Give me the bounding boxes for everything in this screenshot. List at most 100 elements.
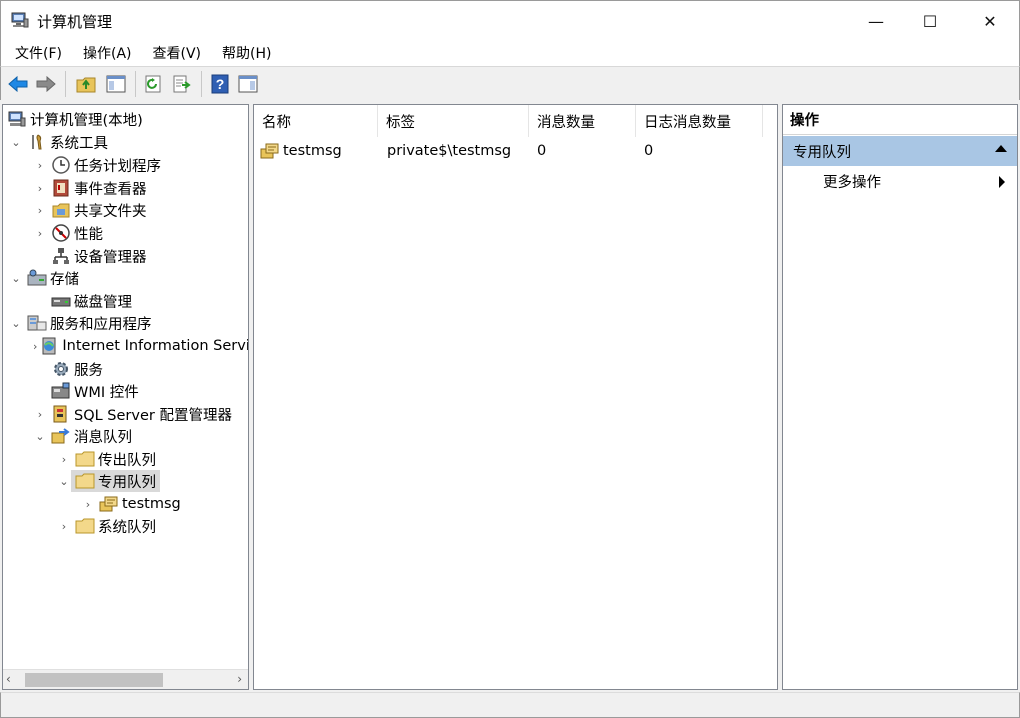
computer-management-icon xyxy=(7,109,27,129)
export-list-icon[interactable] xyxy=(171,73,193,95)
gear-icon xyxy=(51,359,71,379)
storage-icon xyxy=(27,268,47,288)
scrollbar-thumb[interactable] xyxy=(25,673,163,687)
chevron-down-icon[interactable]: ⌄ xyxy=(57,475,71,488)
tree-item-disk-management[interactable]: 磁盘管理 xyxy=(33,290,132,312)
chevron-right-icon[interactable]: › xyxy=(33,408,47,421)
chevron-down-icon[interactable]: ⌄ xyxy=(33,430,47,443)
toolbar-separator xyxy=(201,71,202,97)
queue-icon xyxy=(260,142,280,160)
refresh-icon[interactable] xyxy=(143,73,165,95)
tools-icon xyxy=(27,132,47,152)
chevron-right-icon[interactable]: › xyxy=(33,159,47,172)
toolbar: ? xyxy=(0,66,1020,100)
toolbar-separator xyxy=(65,71,66,97)
column-header-message-count[interactable]: 消息数量 xyxy=(529,105,636,137)
submenu-arrow-icon xyxy=(999,176,1005,188)
tree-item-label: 计算机管理(本地) xyxy=(30,112,143,129)
wmi-control-icon xyxy=(51,381,71,401)
title-bar: 计算机管理 — ☐ ✕ xyxy=(0,0,1020,40)
tree-item-root[interactable]: 计算机管理(本地) xyxy=(7,108,143,130)
table-row[interactable]: testmsg private$\testmsg 0 0 xyxy=(254,139,777,163)
chevron-down-icon[interactable]: ⌄ xyxy=(9,317,23,330)
back-arrow-icon[interactable] xyxy=(7,73,29,95)
tree-item-storage[interactable]: ⌄ 存储 xyxy=(9,267,79,289)
performance-icon xyxy=(51,223,71,243)
chevron-down-icon[interactable]: ⌄ xyxy=(9,136,23,149)
scroll-right-icon[interactable]: › xyxy=(237,672,242,686)
action-more-actions[interactable]: 更多操作 xyxy=(783,169,1017,193)
show-hide-action-pane-icon[interactable] xyxy=(237,73,259,95)
cell-label: private$\testmsg xyxy=(387,143,512,159)
column-header-journal-count[interactable]: 日志消息数量 xyxy=(636,105,763,137)
help-icon[interactable]: ? xyxy=(209,73,231,95)
close-button[interactable]: ✕ xyxy=(967,1,1013,41)
tree-item-outgoing-queues[interactable]: › 传出队列 xyxy=(57,448,156,470)
window-title: 计算机管理 xyxy=(37,13,113,31)
tree-item-services[interactable]: 服务 xyxy=(33,358,103,380)
tree-item-shared-folders[interactable]: › 共享文件夹 xyxy=(33,199,147,221)
computer-management-icon xyxy=(11,11,29,29)
minimize-button[interactable]: — xyxy=(853,1,899,41)
tree-item-system-queues[interactable]: › 系统队列 xyxy=(57,515,156,537)
tree-item-device-manager[interactable]: 设备管理器 xyxy=(33,245,147,267)
chevron-right-icon[interactable]: › xyxy=(33,340,37,353)
folder-icon xyxy=(75,516,95,536)
tree-item-testmsg[interactable]: › testmsg xyxy=(81,493,181,515)
actions-section-private-queues[interactable]: 专用队列 xyxy=(783,136,1017,166)
tree-item-services-apps[interactable]: ⌄ 服务和应用程序 xyxy=(9,312,152,334)
scroll-left-icon[interactable]: ‹ xyxy=(6,672,11,686)
event-viewer-icon xyxy=(51,178,71,198)
folder-icon xyxy=(75,471,95,491)
column-header-label[interactable]: 标签 xyxy=(378,105,529,137)
up-folder-icon[interactable] xyxy=(75,73,97,95)
tree-item-message-queuing[interactable]: ⌄ 消息队列 xyxy=(33,425,132,447)
horizontal-scrollbar[interactable]: ‹ › xyxy=(3,669,248,689)
chevron-right-icon[interactable]: › xyxy=(57,453,71,466)
clock-icon xyxy=(51,155,71,175)
toolbar-separator xyxy=(135,71,136,97)
cell-name: testmsg xyxy=(260,139,342,163)
svg-text:?: ? xyxy=(216,76,225,92)
menu-view[interactable]: 查看(V) xyxy=(139,40,209,66)
chevron-down-icon[interactable]: ⌄ xyxy=(9,272,23,285)
tree-item-task-scheduler[interactable]: › 任务计划程序 xyxy=(33,154,161,176)
folder-icon xyxy=(75,449,95,469)
menu-bar: 文件(F) 操作(A) 查看(V) 帮助(H) xyxy=(0,40,1020,66)
tree-item-event-viewer[interactable]: › 事件查看器 xyxy=(33,177,147,199)
chevron-right-icon[interactable]: › xyxy=(33,227,47,240)
maximize-button[interactable]: ☐ xyxy=(907,1,953,41)
chevron-right-icon[interactable]: › xyxy=(57,520,71,533)
cell-journal-count: 0 xyxy=(644,143,654,159)
column-header-name[interactable]: 名称 xyxy=(254,105,378,137)
disk-icon xyxy=(51,291,71,311)
status-bar xyxy=(0,692,1020,718)
actions-pane: 操作 专用队列 更多操作 xyxy=(782,104,1018,690)
message-queue-icon xyxy=(51,426,71,446)
tree-selection: 专用队列 xyxy=(71,470,160,492)
tree-item-system-tools[interactable]: ⌄ 系统工具 xyxy=(9,131,108,153)
tree-item-wmi[interactable]: WMI 控件 xyxy=(33,380,139,402)
queue-icon xyxy=(99,494,119,514)
device-manager-icon xyxy=(51,246,71,266)
chevron-right-icon[interactable]: › xyxy=(33,182,47,195)
list-header: 名称 标签 消息数量 日志消息数量 xyxy=(254,105,777,137)
forward-arrow-icon[interactable] xyxy=(35,73,57,95)
tree-item-sql-config[interactable]: › SQL Server 配置管理器 xyxy=(33,403,232,425)
collapse-up-icon[interactable] xyxy=(995,145,1007,152)
result-list: 名称 标签 消息数量 日志消息数量 testmsg private$\testm… xyxy=(253,104,778,690)
sql-server-icon xyxy=(51,404,71,424)
menu-action[interactable]: 操作(A) xyxy=(69,40,139,66)
shared-folder-icon xyxy=(51,200,71,220)
menu-help[interactable]: 帮助(H) xyxy=(208,40,278,66)
chevron-right-icon[interactable]: › xyxy=(33,204,47,217)
menu-file[interactable]: 文件(F) xyxy=(1,40,69,66)
chevron-right-icon[interactable]: › xyxy=(81,498,95,511)
tree-item-iis[interactable]: › Internet Information Services xyxy=(33,335,248,357)
iis-icon xyxy=(41,336,59,356)
show-hide-tree-icon[interactable] xyxy=(105,73,127,95)
tree-item-performance[interactable]: › 性能 xyxy=(33,222,103,244)
cell-message-count: 0 xyxy=(537,143,547,159)
console-tree: 计算机管理(本地) ⌄ 系统工具 › 任务计划程序 › 事件查看器 › 共享文件… xyxy=(2,104,249,690)
tree-item-private-queues[interactable]: ⌄ 专用队列 xyxy=(57,470,160,492)
